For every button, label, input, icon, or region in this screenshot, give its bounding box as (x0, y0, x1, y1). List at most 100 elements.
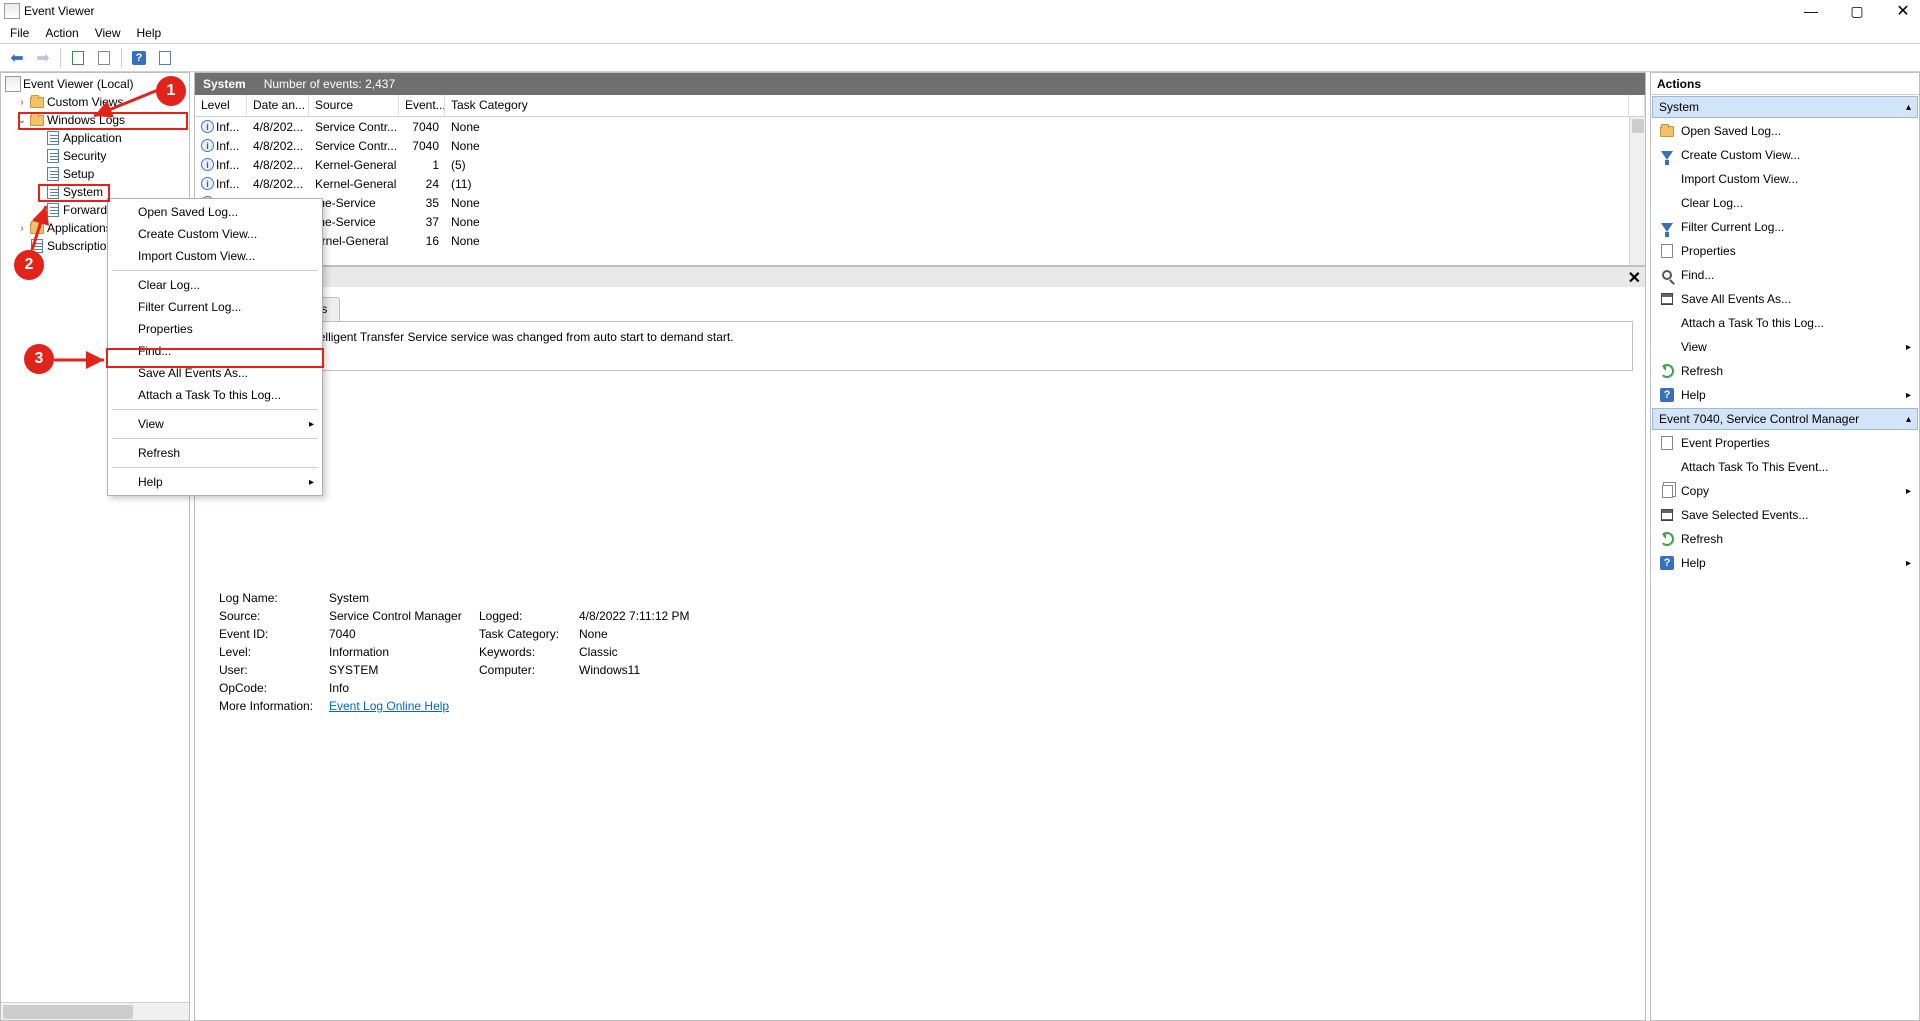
action-icon (1659, 171, 1675, 187)
field-logname-val: System (329, 591, 479, 605)
col-source[interactable]: Source (309, 95, 399, 116)
toolbar-icon-2[interactable] (93, 47, 115, 69)
log-name-header: System (203, 77, 246, 91)
action-item[interactable]: Save Selected Events... (1651, 503, 1919, 527)
tree-custom-views[interactable]: › Custom Views (3, 93, 189, 111)
close-button[interactable]: ✕ (1894, 1, 1912, 21)
field-level-key: Level: (219, 645, 329, 659)
action-item[interactable]: ?Help▸ (1651, 551, 1919, 575)
actions-pane: Actions System▴ Open Saved Log...Create … (1650, 72, 1920, 1021)
info-icon: i (201, 120, 214, 133)
action-icon (1659, 483, 1675, 499)
action-item[interactable]: Filter Current Log... (1651, 215, 1919, 239)
action-icon (1659, 195, 1675, 211)
actions-section-system[interactable]: System▴ (1652, 96, 1918, 118)
action-item[interactable]: Create Custom View... (1651, 143, 1919, 167)
ctx-clear-log[interactable]: Clear Log... (108, 274, 322, 296)
action-icon (1659, 435, 1675, 451)
field-keywords-key: Keywords: (479, 645, 579, 659)
tree-root[interactable]: Event Viewer (Local) (3, 75, 189, 93)
actions-section-event[interactable]: Event 7040, Service Control Manager▴ (1652, 408, 1918, 430)
table-row[interactable]: iInf...4/8/202...ernel-General16None (195, 231, 1629, 250)
field-logname-key: Log Name: (219, 591, 329, 605)
menu-file[interactable]: File (10, 26, 29, 40)
maximize-button[interactable]: ▢ (1848, 3, 1866, 20)
action-item[interactable]: Import Custom View... (1651, 167, 1919, 191)
ctx-open-saved-log[interactable]: Open Saved Log... (108, 201, 322, 223)
tree-application[interactable]: Application (3, 129, 189, 147)
col-date[interactable]: Date an... (247, 95, 309, 116)
action-icon (1659, 363, 1675, 379)
table-row[interactable]: iInf...4/8/202...Service Contr...7040Non… (195, 136, 1629, 155)
col-level[interactable]: Level (195, 95, 247, 116)
minimize-button[interactable]: — (1802, 3, 1820, 19)
action-icon (1659, 315, 1675, 331)
action-icon (1659, 147, 1675, 163)
info-icon: i (201, 177, 214, 190)
toolbar-icon-4[interactable] (154, 47, 176, 69)
action-icon (1659, 507, 1675, 523)
details-close-button[interactable]: ✕ (1628, 268, 1641, 288)
action-item[interactable]: Refresh (1651, 527, 1919, 551)
action-icon (1659, 123, 1675, 139)
ctx-filter-current-log[interactable]: Filter Current Log... (108, 296, 322, 318)
action-icon (1659, 291, 1675, 307)
table-row[interactable]: iInf...4/8/202...Kernel-General1(5) (195, 155, 1629, 174)
table-row[interactable]: iInf...4/8/202...me-Service37None (195, 212, 1629, 231)
back-button[interactable]: ⬅ (6, 47, 28, 69)
tree-security[interactable]: Security (3, 147, 189, 165)
action-item[interactable]: Copy▸ (1651, 479, 1919, 503)
center-header: System Number of events: 2,437 (195, 73, 1645, 95)
action-item[interactable]: View▸ (1651, 335, 1919, 359)
menu-action[interactable]: Action (45, 26, 78, 40)
toolbar-help-icon[interactable]: ? (128, 47, 150, 69)
col-eventid[interactable]: Event... (399, 95, 445, 116)
toolbar-icon-1[interactable] (67, 47, 89, 69)
ctx-create-custom-view[interactable]: Create Custom View... (108, 223, 322, 245)
ctx-save-all-events[interactable]: Save All Events As... (108, 362, 322, 384)
event-vertical-scrollbar[interactable] (1629, 117, 1645, 265)
action-item[interactable]: Find... (1651, 263, 1919, 287)
ctx-refresh[interactable]: Refresh (108, 442, 322, 464)
info-icon: i (201, 139, 214, 152)
event-properties-grid: Log Name: System Source: Service Control… (219, 591, 1633, 713)
event-column-header[interactable]: Level Date an... Source Event... Task Ca… (195, 95, 1645, 117)
event-list[interactable]: iInf...4/8/202...Service Contr...7040Non… (195, 117, 1629, 265)
field-taskcat-val: None (579, 627, 779, 641)
menu-view[interactable]: View (95, 26, 121, 40)
field-taskcat-key: Task Category: (479, 627, 579, 641)
table-row[interactable]: iInf...4/8/202...Kernel-General24(11) (195, 174, 1629, 193)
action-item[interactable]: Open Saved Log... (1651, 119, 1919, 143)
field-logged-key: Logged: (479, 609, 579, 623)
field-logged-val: 4/8/2022 7:11:12 PM (579, 609, 779, 623)
action-item[interactable]: Save All Events As... (1651, 287, 1919, 311)
menu-help[interactable]: Help (137, 26, 162, 40)
action-item[interactable]: Clear Log... (1651, 191, 1919, 215)
ctx-attach-task[interactable]: Attach a Task To this Log... (108, 384, 322, 406)
details-header: ntrol Manager ✕ (195, 265, 1645, 287)
ctx-import-custom-view[interactable]: Import Custom View... (108, 245, 322, 267)
field-user-val: SYSTEM (329, 663, 479, 677)
action-item[interactable]: Attach a Task To this Log... (1651, 311, 1919, 335)
action-item[interactable]: Refresh (1651, 359, 1919, 383)
table-row[interactable]: iInf...4/8/202...me-Service35None (195, 193, 1629, 212)
tree-horizontal-scrollbar[interactable] (1, 1002, 189, 1020)
event-log-online-help-link[interactable]: Event Log Online Help (329, 699, 479, 713)
ctx-find[interactable]: Find... (108, 340, 322, 362)
table-row[interactable]: iInf...4/8/202...Service Contr...7040Non… (195, 117, 1629, 136)
ctx-view[interactable]: View▸ (108, 413, 322, 435)
ctx-help[interactable]: Help▸ (108, 471, 322, 493)
tree-setup[interactable]: Setup (3, 165, 189, 183)
action-item[interactable]: Attach Task To This Event... (1651, 455, 1919, 479)
action-item[interactable]: Properties (1651, 239, 1919, 263)
action-item[interactable]: ?Help▸ (1651, 383, 1919, 407)
info-icon: i (201, 158, 214, 171)
field-source-val: Service Control Manager (329, 609, 479, 623)
action-icon (1659, 339, 1675, 355)
tree-windows-logs[interactable]: ⌄ Windows Logs (3, 111, 189, 129)
forward-button[interactable]: ➡ (32, 47, 54, 69)
ctx-properties[interactable]: Properties (108, 318, 322, 340)
action-item[interactable]: Event Properties (1651, 431, 1919, 455)
field-moreinfo-key: More Information: (219, 699, 329, 713)
col-task[interactable]: Task Category (445, 95, 1629, 116)
